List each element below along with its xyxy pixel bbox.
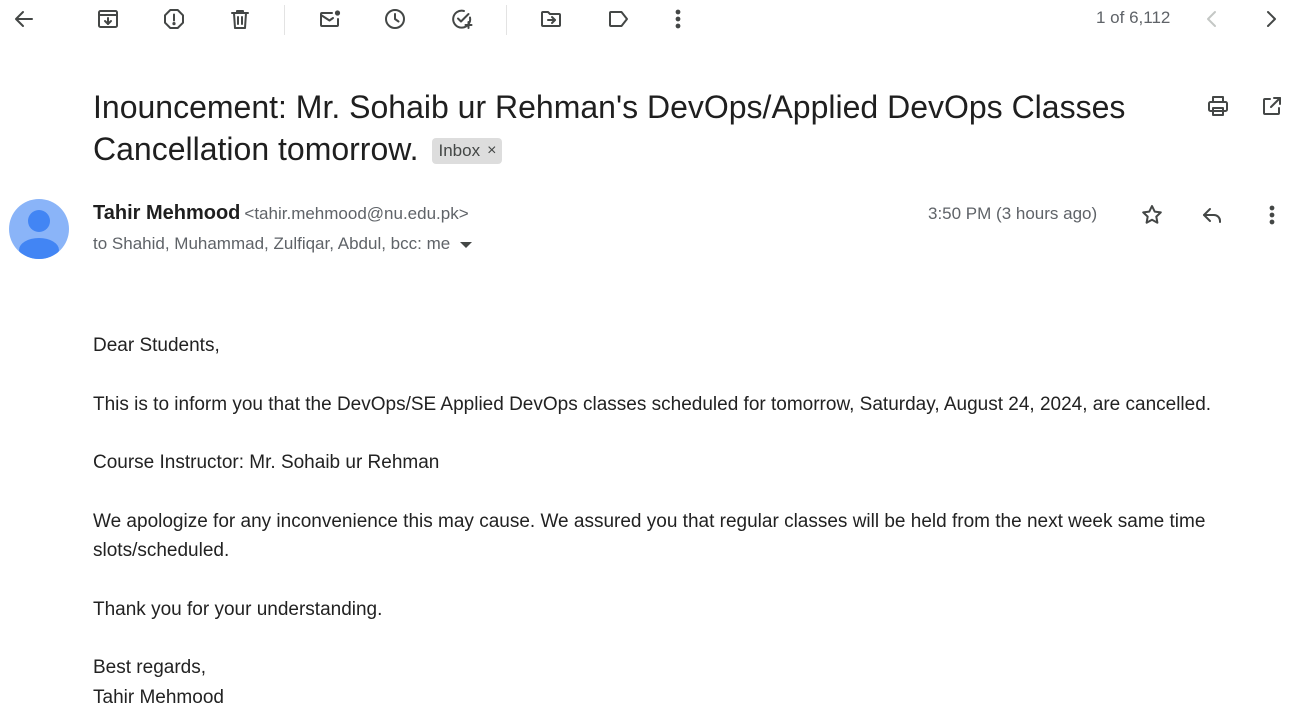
body-paragraph: Course Instructor: Mr. Sohaib ur Rehman (93, 452, 440, 473)
chevron-right-icon[interactable] (1259, 7, 1283, 31)
add-task-icon[interactable] (448, 7, 476, 31)
label-text: Inbox (438, 141, 481, 160)
message-counter: 1 of 6,112 (1096, 8, 1171, 27)
star-icon[interactable] (1138, 202, 1166, 228)
report-spam-icon[interactable] (161, 7, 187, 31)
back-arrow-icon[interactable] (10, 7, 38, 31)
toolbar-divider (506, 5, 507, 35)
subject-text: Inouncement: Mr. Sohaib ur Rehman's DevO… (93, 89, 1126, 167)
open-in-new-window-icon[interactable] (1258, 93, 1286, 119)
body-greeting: Dear Students, (93, 335, 220, 356)
body-signature: Tahir Mehmood (93, 686, 224, 708)
label-icon[interactable] (604, 7, 632, 31)
chevron-left-icon[interactable] (1200, 7, 1224, 31)
more-options-icon[interactable] (1260, 202, 1284, 228)
email-subject: Inouncement: Mr. Sohaib ur Rehman's DevO… (93, 86, 1173, 170)
print-icon[interactable] (1204, 93, 1232, 119)
archive-icon[interactable] (95, 7, 121, 31)
message-body: Dear Students, This is to inform you tha… (93, 331, 1258, 712)
move-to-folder-icon[interactable] (537, 7, 565, 31)
body-closing: Best regards, (93, 657, 206, 678)
clock-icon[interactable] (382, 7, 408, 31)
toolbar-divider (284, 5, 285, 35)
recipients-line: to Shahid, Muhammad, Zulfiqar, Abdul, bc… (93, 234, 473, 254)
person-icon (19, 210, 59, 259)
inbox-label-chip[interactable]: Inbox × (432, 138, 503, 164)
avatar[interactable] (9, 199, 69, 259)
show-details-dropdown-icon[interactable] (460, 242, 473, 248)
mark-unread-icon[interactable] (316, 7, 344, 31)
remove-label-icon[interactable]: × (487, 138, 496, 164)
trash-icon[interactable] (227, 7, 253, 31)
recipients-text: to Shahid, Muhammad, Zulfiqar, Abdul, bc… (93, 234, 451, 253)
more-vertical-icon[interactable] (666, 7, 690, 31)
reply-icon[interactable] (1198, 202, 1226, 228)
body-paragraph: This is to inform you that the DevOps/SE… (93, 393, 1212, 415)
sender-name[interactable]: Tahir Mehmood (93, 202, 240, 224)
sender-line: Tahir Mehmood <tahir.mehmood@nu.edu.pk> (93, 202, 469, 225)
sender-email: <tahir.mehmood@nu.edu.pk> (244, 204, 469, 223)
body-paragraph: We apologize for any inconvenience this … (93, 510, 1206, 562)
message-timestamp: 3:50 PM (3 hours ago) (928, 204, 1098, 223)
body-paragraph: Thank you for your understanding. (93, 598, 383, 620)
